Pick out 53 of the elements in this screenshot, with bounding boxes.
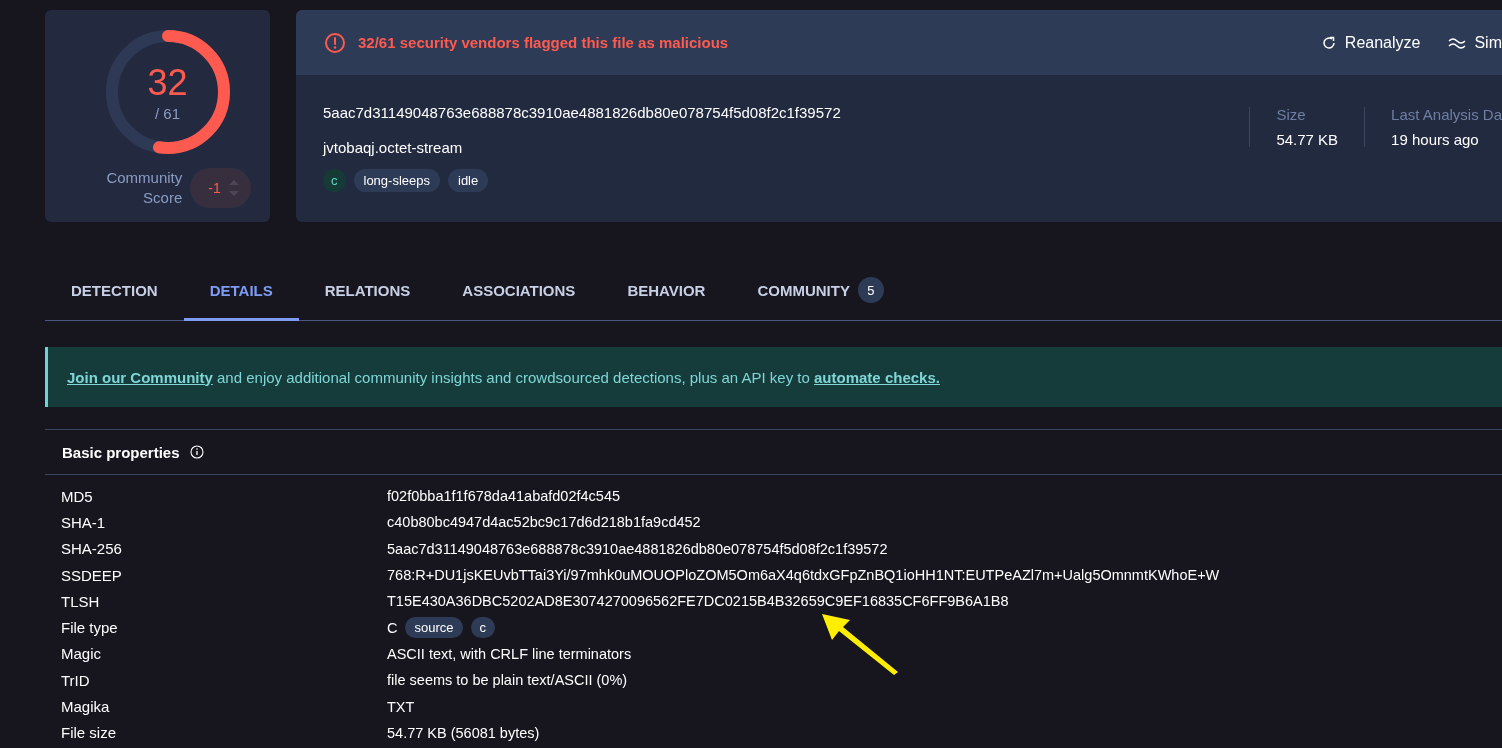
banner-link[interactable]: automate checks. xyxy=(814,368,940,386)
alert-icon xyxy=(324,31,346,54)
count-badge: 5 xyxy=(857,277,884,303)
wave-icon xyxy=(1448,35,1467,50)
metric-value: 54.77 KB xyxy=(1276,131,1339,148)
info-icon[interactable] xyxy=(189,445,204,459)
property-value: 5aac7d31149048763e688878c3910ae4881826db80e078754f5d08f2c1f39572 xyxy=(387,540,888,557)
property-value: f02f0bba1f1f678da41abafd02f4c545 xyxy=(387,488,621,505)
property-label: SSDEEP xyxy=(60,566,123,584)
property-label: SHA-256 xyxy=(60,540,123,558)
community-score-value: -1 xyxy=(208,180,221,196)
detection-count: 32 xyxy=(147,62,188,103)
property-label: Magika xyxy=(60,698,111,715)
banner-link[interactable]: Join our Community xyxy=(67,368,213,386)
property-value: 54.77 KB (56081 bytes) xyxy=(387,724,540,741)
property-label: SHA-1 xyxy=(60,513,107,531)
refresh-icon xyxy=(1320,34,1337,51)
banner-text: Join our Community and enjoy additional community insights and crowdsourced detections, plus an API key to automate checks. xyxy=(67,368,940,386)
property-value: C xyxy=(387,619,398,636)
property-label: TrID xyxy=(60,671,91,689)
tab[interactable]: RELATIONS xyxy=(298,262,437,321)
community-score-label: Community Score xyxy=(105,168,183,208)
property-value: TXT xyxy=(387,698,415,715)
section-title: Basic properties xyxy=(62,443,180,461)
tab[interactable]: DETAILS xyxy=(183,262,299,321)
tab[interactable]: DETECTION xyxy=(45,262,184,321)
property-label: File type xyxy=(60,619,119,637)
tag[interactable]: idle xyxy=(448,169,489,192)
property-label: MD5 xyxy=(60,487,94,505)
file-type-tag[interactable]: source xyxy=(405,617,463,639)
property-label: TLSH xyxy=(60,592,101,610)
file-hash: 5aac7d31149048763e688878c3910ae4881826db80e078754f5d08f2c1f39572 xyxy=(323,103,841,123)
metric-label: Last Analysis Da xyxy=(1391,106,1502,123)
file-type-tag[interactable]: c xyxy=(470,617,495,639)
tab[interactable]: ASSOCIATIONS xyxy=(436,262,602,321)
property-value: T15E430A36DBC5202AD8E3074270096562FE7DC0215B4B32659C9EF16835CF6FF9B6A1B8 xyxy=(387,593,1009,610)
file-type-tag[interactable]: c xyxy=(323,169,346,192)
metric-label: Size xyxy=(1276,106,1307,123)
tag[interactable]: long-sleeps xyxy=(353,169,440,192)
property-value: 768:R+DU1jsKEUvbTTai3Yi/97mhk0uMOUOPloZOM5Om6aX4q6tdxGFpZnBQ1ioHH1NT:EUTPeAZl7m+Ualg5OmnmtKWhoE+W xyxy=(387,567,1220,584)
metric-value: 19 hours ago xyxy=(1391,131,1480,148)
property-value: file seems to be plain text/ASCII (0%) xyxy=(387,672,628,689)
alert-text: 32/61 security vendors flagged this file as malicious xyxy=(358,34,729,51)
similar-button[interactable]: Sim xyxy=(1448,33,1502,52)
property-value: ASCII text, with CRLF line terminators xyxy=(387,645,632,662)
reanalyze-button[interactable]: Reanalyze xyxy=(1320,33,1421,52)
property-value: c40b80bc4947d4ac52bc9c17d6d218b1fa9cd452 xyxy=(387,514,701,531)
engine-total: / 61 xyxy=(155,104,180,122)
file-name: jvtobaqj.octet-stream xyxy=(323,138,464,158)
tab[interactable]: BEHAVIOR xyxy=(601,262,732,321)
property-label: File size xyxy=(60,724,117,742)
tab[interactable]: COMMUNITY 5 xyxy=(731,262,910,321)
property-label: Magic xyxy=(60,645,102,663)
